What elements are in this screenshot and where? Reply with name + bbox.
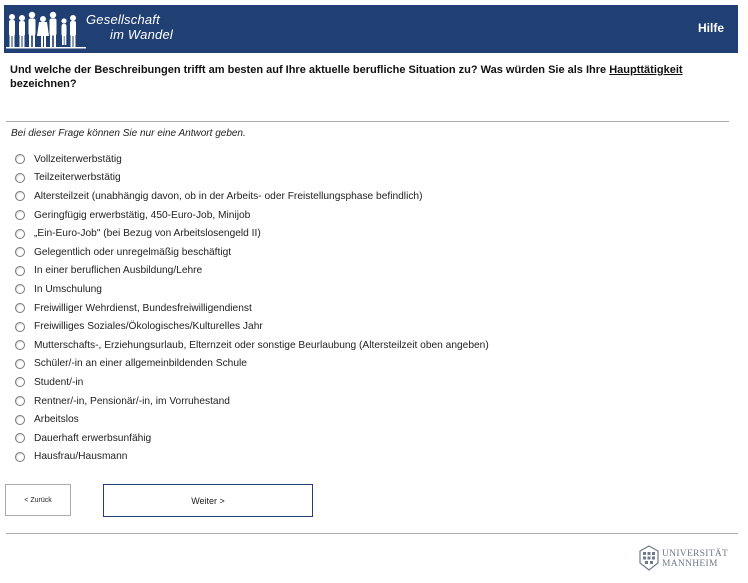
- answer-option-label: Teilzeiterwerbstätig: [34, 172, 121, 184]
- instruction-text: Bei dieser Frage können Sie nur eine Ant…: [11, 128, 246, 139]
- back-button[interactable]: < Zurück: [5, 484, 71, 516]
- header-bar: Gesellschaft im Wandel Hilfe: [4, 5, 738, 53]
- answer-option[interactable]: „Ein-Euro-Job" (bei Bezug von Arbeitslos…: [13, 224, 489, 243]
- answer-option[interactable]: Hausfrau/Hausmann: [13, 448, 489, 467]
- divider-bottom: [6, 533, 738, 534]
- answer-option[interactable]: Geringfügig erwerbstätig, 450-Euro-Job, …: [13, 206, 489, 225]
- answer-option[interactable]: Schüler/-in an einer allgemeinbildenden …: [13, 355, 489, 374]
- help-link[interactable]: Hilfe: [698, 21, 724, 35]
- question-text-before: Und welche der Beschreibungen trifft am …: [10, 64, 610, 76]
- answer-option-label: Geringfügig erwerbstätig, 450-Euro-Job, …: [34, 209, 251, 221]
- logo-text-line2: im Wandel: [110, 27, 173, 42]
- answer-option-label: Arbeitslos: [34, 414, 79, 426]
- radio-button-icon[interactable]: [15, 172, 25, 183]
- answer-options: Vollzeiterwerbstätig Teilzeiterwerbstäti…: [13, 150, 489, 466]
- radio-button-icon[interactable]: [15, 377, 25, 388]
- radio-button-icon[interactable]: [15, 340, 25, 351]
- answer-option[interactable]: Vollzeiterwerbstätig: [13, 150, 489, 169]
- university-logo: UNIVERSITÄT MANNHEIM: [638, 545, 738, 575]
- university-name: UNIVERSITÄT MANNHEIM: [662, 549, 728, 569]
- next-button[interactable]: Weiter >: [103, 484, 313, 517]
- answer-option-label: Schüler/-in an einer allgemeinbildenden …: [34, 358, 247, 370]
- radio-button-icon[interactable]: [15, 210, 25, 221]
- radio-button-icon[interactable]: [15, 154, 25, 165]
- answer-option-label: Freiwilliges Soziales/Ökologisches/Kultu…: [34, 321, 263, 333]
- answer-option-label: In einer beruflichen Ausbildung/Lehre: [34, 265, 203, 277]
- answer-option-label: Altersteilzeit (unabhängig davon, ob in …: [34, 190, 423, 202]
- answer-option-label: Hausfrau/Hausmann: [34, 451, 128, 463]
- answer-option[interactable]: Gelegentlich oder unregelmäßig beschäfti…: [13, 243, 489, 262]
- answer-option[interactable]: Freiwilliges Soziales/Ökologisches/Kultu…: [13, 317, 489, 336]
- question-text-after: bezeichnen?: [10, 78, 77, 90]
- answer-option-label: Gelegentlich oder unregelmäßig beschäfti…: [34, 246, 232, 258]
- radio-button-icon[interactable]: [15, 303, 25, 314]
- answer-option-label: Dauerhaft erwerbsunfähig: [34, 432, 152, 444]
- answer-option[interactable]: In einer beruflichen Ausbildung/Lehre: [13, 262, 489, 281]
- university-name-line1: UNIVERSITÄT: [662, 549, 729, 559]
- radio-button-icon[interactable]: [15, 358, 25, 369]
- answer-option-label: Mutterschafts-, Erziehungsurlaub, Eltern…: [34, 339, 489, 351]
- radio-button-icon[interactable]: [15, 284, 25, 295]
- answer-option-label: „Ein-Euro-Job" (bei Bezug von Arbeitslos…: [34, 228, 261, 240]
- answer-option-label: In Umschulung: [34, 283, 102, 295]
- answer-option[interactable]: Arbeitslos: [13, 410, 489, 429]
- radio-button-icon[interactable]: [15, 414, 25, 425]
- radio-button-icon[interactable]: [15, 433, 25, 444]
- answer-option-label: Freiwilliger Wehrdienst, Bundesfreiwilli…: [34, 302, 252, 314]
- radio-button-icon[interactable]: [15, 396, 25, 407]
- question-emphasis: Haupttätigkeit: [609, 64, 683, 76]
- answer-option[interactable]: Freiwilliger Wehrdienst, Bundesfreiwilli…: [13, 299, 489, 318]
- logo-text-line1: Gesellschaft: [86, 12, 160, 27]
- answer-option[interactable]: Altersteilzeit (unabhängig davon, ob in …: [13, 187, 489, 206]
- answer-option[interactable]: Student/-in: [13, 373, 489, 392]
- gesellschaft-im-wandel-logo: Gesellschaft im Wandel: [4, 5, 204, 53]
- divider-top: [6, 121, 729, 122]
- answer-option-label: Student/-in: [34, 376, 84, 388]
- answer-option[interactable]: Dauerhaft erwerbsunfähig: [13, 429, 489, 448]
- answer-option-label: Vollzeiterwerbstätig: [34, 153, 122, 165]
- radio-button-icon[interactable]: [15, 451, 25, 462]
- answer-option[interactable]: Teilzeiterwerbstätig: [13, 169, 489, 188]
- radio-button-icon[interactable]: [15, 321, 25, 332]
- university-name-line2: MANNHEIM: [662, 559, 718, 569]
- answer-option[interactable]: Mutterschafts-, Erziehungsurlaub, Eltern…: [13, 336, 489, 355]
- radio-button-icon[interactable]: [15, 247, 25, 258]
- answer-option-label: Rentner/-in, Pensionär/-in, im Vorruhest…: [34, 395, 230, 407]
- radio-button-icon[interactable]: [15, 191, 25, 202]
- question-text: Und welche der Beschreibungen trifft am …: [10, 63, 726, 91]
- radio-button-icon[interactable]: [15, 265, 25, 276]
- answer-option[interactable]: Rentner/-in, Pensionär/-in, im Vorruhest…: [13, 392, 489, 411]
- university-emblem-icon: [639, 545, 659, 571]
- answer-option[interactable]: In Umschulung: [13, 280, 489, 299]
- radio-button-icon[interactable]: [15, 228, 25, 239]
- people-silhouettes-icon: [6, 11, 86, 49]
